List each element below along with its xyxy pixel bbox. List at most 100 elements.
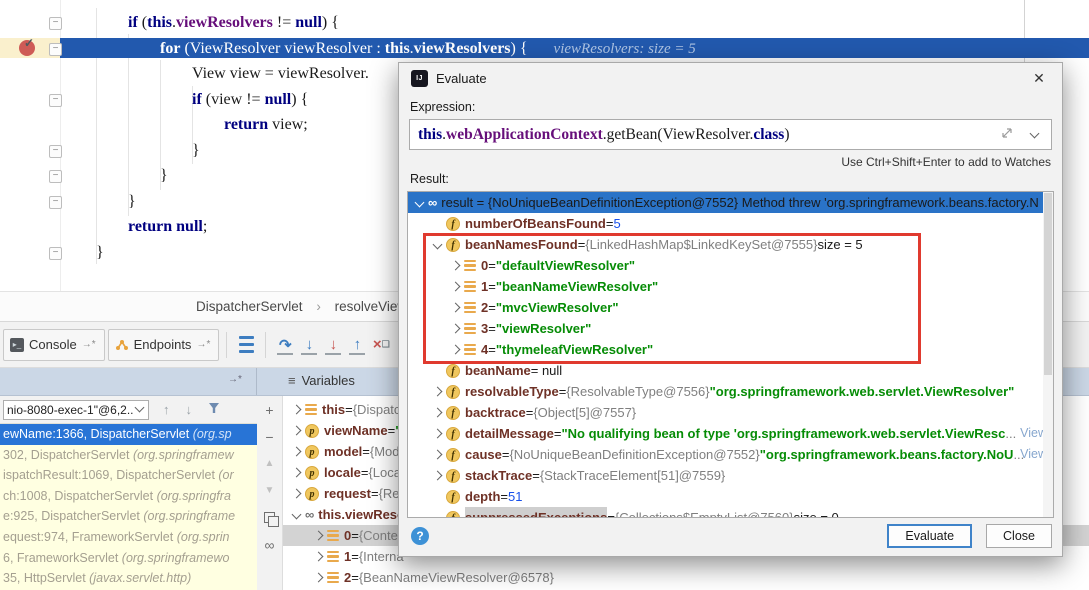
- breadcrumb-class[interactable]: DispatcherServlet: [196, 299, 303, 314]
- chevron-right-icon[interactable]: [292, 426, 302, 436]
- step-over-icon[interactable]: ↷: [273, 333, 297, 357]
- tab-console[interactable]: ▸_ Console →*: [3, 329, 105, 361]
- move-watch-up-icon[interactable]: ▲: [257, 450, 282, 477]
- tree-row[interactable]: 1 = "beanNameViewResolver": [408, 276, 1053, 297]
- chevron-right-icon[interactable]: [433, 450, 443, 460]
- breakpoint-icon[interactable]: ✓: [19, 40, 35, 56]
- tree-row[interactable]: 3 = "viewResolver": [408, 318, 1053, 339]
- tree-row[interactable]: fdepth = 51: [408, 486, 1053, 507]
- tree-row[interactable]: ∞result = {NoUniqueBeanDefinitionExcepti…: [408, 192, 1053, 213]
- chevron-right-icon[interactable]: [292, 489, 302, 499]
- chevron-right-icon[interactable]: [292, 468, 302, 478]
- scrollbar-track[interactable]: [1043, 192, 1053, 517]
- add-watch-icon[interactable]: +: [257, 396, 282, 423]
- tree-row[interactable]: fcause = {NoUniqueBeanDefinitionExceptio…: [408, 444, 1053, 465]
- close-button[interactable]: Close: [986, 524, 1052, 548]
- text-segment: =: [578, 234, 586, 255]
- text-segment: ...: [1005, 423, 1016, 444]
- field-icon: f: [446, 490, 460, 504]
- chevron-right-icon[interactable]: [433, 471, 443, 481]
- chevron-right-icon[interactable]: [451, 303, 461, 313]
- tab-hide-icon: →*: [196, 339, 210, 350]
- chevron-right-icon[interactable]: [433, 408, 443, 418]
- move-frame-down-icon[interactable]: ↓: [186, 402, 193, 417]
- text-segment: =: [351, 567, 359, 588]
- step-out-icon[interactable]: ↑: [345, 333, 369, 357]
- thread-selector[interactable]: nio-8080-exec-1"@6,2...: [3, 400, 149, 420]
- tree-row[interactable]: fresolvableType = {ResolvableType@7556} …: [408, 381, 1053, 402]
- chevron-down-icon[interactable]: [1030, 128, 1040, 138]
- chevron-right-icon[interactable]: [433, 429, 443, 439]
- tree-row[interactable]: 2 = "mvcViewResolver": [408, 297, 1053, 318]
- tree-row[interactable]: fstackTrace = {StackTraceElement[51]@755…: [408, 465, 1053, 486]
- fold-marker-icon[interactable]: −: [49, 247, 62, 260]
- chevron-right-icon[interactable]: [433, 387, 443, 397]
- frame-row[interactable]: 6, FrameworkServlet (org.springframewo: [0, 548, 257, 569]
- dialog-title-bar[interactable]: IJ Evaluate: [399, 63, 1062, 93]
- fold-marker-icon[interactable]: −: [49, 17, 62, 30]
- chevron-right-icon[interactable]: [292, 405, 302, 415]
- tree-row[interactable]: fbeanName = null: [408, 360, 1053, 381]
- tree-row[interactable]: fnumberOfBeansFound = 5: [408, 213, 1053, 234]
- fold-marker-icon[interactable]: −: [49, 196, 62, 209]
- tree-row[interactable]: fsuppressedExceptions = {Collections$Emp…: [408, 507, 1053, 518]
- close-icon[interactable]: ✕: [1028, 68, 1050, 88]
- text-segment: webApplicationContext: [446, 126, 603, 143]
- text-segment: "thymeleafViewResolver": [496, 339, 653, 360]
- chevron-down-icon[interactable]: [433, 240, 443, 250]
- frame-row[interactable]: ewName:1366, DispatcherServlet (org.sp: [0, 424, 257, 445]
- fold-marker-icon[interactable]: −: [49, 170, 62, 183]
- frame-package: (org.springfra: [157, 489, 231, 503]
- text-segment: {StackTraceElement[51]@7559}: [540, 465, 725, 486]
- move-watch-down-icon[interactable]: ▼: [257, 477, 282, 504]
- evaluate-button[interactable]: Evaluate: [887, 524, 972, 548]
- tree-row[interactable]: fbeanNamesFound = {LinkedHashMap$LinkedK…: [408, 234, 1053, 255]
- chevron-right-icon[interactable]: [451, 324, 461, 334]
- filter-icon[interactable]: [208, 402, 220, 417]
- frames-hide-icon[interactable]: →*: [228, 374, 242, 385]
- force-step-into-icon[interactable]: ↓: [321, 333, 345, 357]
- frame-row[interactable]: 35, HttpServlet (javax.servlet.http): [0, 568, 257, 589]
- show-watches-icon[interactable]: ∞: [257, 531, 282, 558]
- drop-frame-icon[interactable]: ×❏: [369, 333, 393, 357]
- help-icon[interactable]: ?: [411, 527, 429, 545]
- hamburger-menu-icon[interactable]: [234, 333, 258, 357]
- variables-panel-icon: ≡: [288, 373, 296, 388]
- scrollbar-thumb[interactable]: [1044, 193, 1052, 375]
- chevron-down-icon[interactable]: [415, 198, 425, 208]
- text-segment: "beanNameViewResolver": [496, 276, 658, 297]
- frame-row[interactable]: equest:974, FrameworkServlet (org.sprin: [0, 527, 257, 548]
- tab-endpoints[interactable]: Endpoints →*: [108, 329, 220, 361]
- text-segment: resolvableType: [465, 381, 559, 402]
- remove-watch-icon[interactable]: −: [257, 423, 282, 450]
- frame-row[interactable]: ch:1008, DispatcherServlet (org.springfr…: [0, 486, 257, 507]
- frame-row[interactable]: e:925, DispatcherServlet (org.springfram…: [0, 506, 257, 527]
- text-segment: locale: [324, 462, 361, 483]
- chevron-right-icon[interactable]: [451, 345, 461, 355]
- tree-row[interactable]: 4 = "thymeleafViewResolver": [408, 339, 1053, 360]
- chevron-right-icon[interactable]: [314, 552, 324, 562]
- parameter-icon: p: [305, 424, 319, 438]
- fold-marker-icon[interactable]: −: [49, 145, 62, 158]
- frame-row[interactable]: ispatchResult:1069, DispatcherServlet (o…: [0, 465, 257, 486]
- fold-marker-icon[interactable]: −: [49, 94, 62, 107]
- expand-editor-icon[interactable]: [1001, 126, 1013, 144]
- move-frame-up-icon[interactable]: ↑: [163, 402, 170, 417]
- text-segment: null: [176, 218, 203, 235]
- chevron-right-icon[interactable]: [292, 447, 302, 457]
- chevron-down-icon: [135, 403, 145, 413]
- duplicate-watch-icon[interactable]: [257, 504, 282, 531]
- chevron-right-icon[interactable]: [451, 261, 461, 271]
- chevron-right-icon[interactable]: [314, 531, 324, 541]
- fold-marker-icon[interactable]: −: [49, 43, 62, 56]
- frame-row[interactable]: 302, DispatcherServlet (org.springframew: [0, 445, 257, 466]
- chevron-right-icon[interactable]: [451, 282, 461, 292]
- chevron-right-icon[interactable]: [314, 573, 324, 583]
- tree-row[interactable]: fbacktrace = {Object[5]@7557}: [408, 402, 1053, 423]
- tree-row[interactable]: 0 = "defaultViewResolver": [408, 255, 1053, 276]
- chevron-down-icon[interactable]: [292, 510, 302, 520]
- step-into-icon[interactable]: ↓: [297, 333, 321, 357]
- variable-row[interactable]: 2 = {BeanNameViewResolver@6578}: [283, 567, 1089, 588]
- tree-row[interactable]: fdetailMessage = "No qualifying bean of …: [408, 423, 1053, 444]
- expression-input[interactable]: this.webApplicationContext.getBean(ViewR…: [409, 119, 1052, 150]
